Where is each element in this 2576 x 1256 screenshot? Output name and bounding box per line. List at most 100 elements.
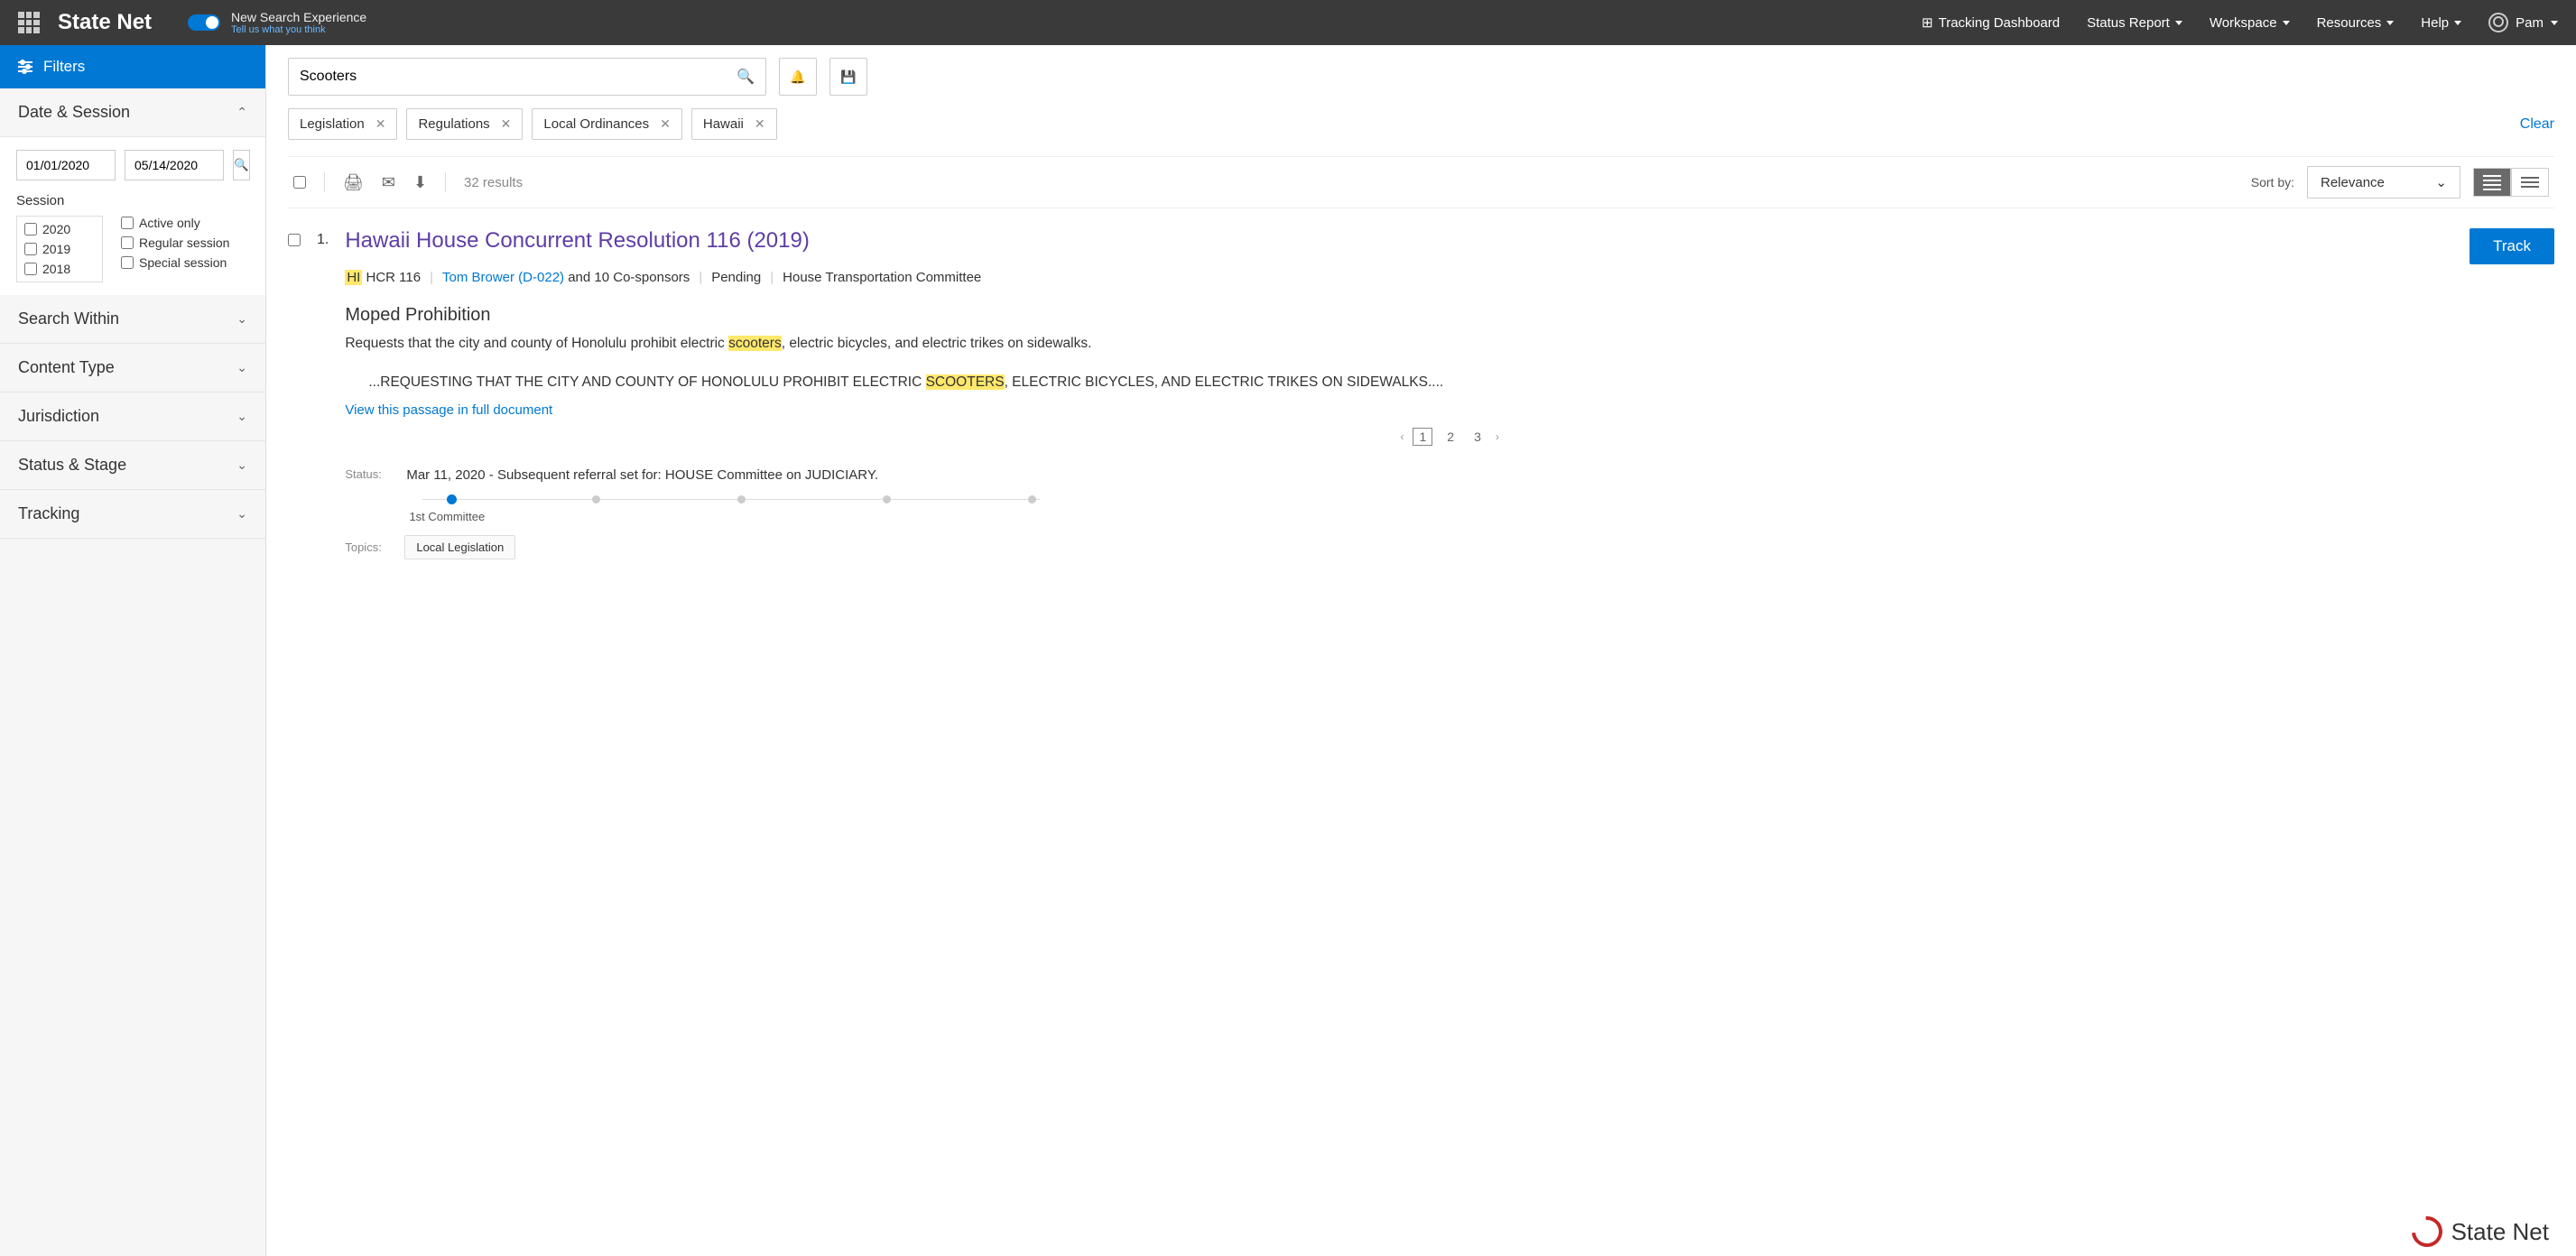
results-count: 32 results xyxy=(464,175,523,190)
nav-status-report[interactable]: Status Report xyxy=(2087,15,2182,31)
print-icon[interactable]: 🖨 xyxy=(343,173,364,192)
session-year-checkbox[interactable]: 2018 xyxy=(24,262,95,276)
filters-sidebar: Filters Date & Session ⌃ 🔍 Session 2020 … xyxy=(0,45,266,1256)
chevron-down-icon xyxy=(2454,21,2461,25)
sort-dropdown[interactable]: Relevance ⌄ xyxy=(2307,166,2460,199)
email-icon[interactable]: ✉ xyxy=(382,173,395,192)
filter-section-status-stage[interactable]: Status & Stage ⌄ xyxy=(0,441,265,490)
nav-tracking-dashboard[interactable]: ⊞ Tracking Dashboard xyxy=(1922,14,2060,31)
search-box[interactable]: 🔍 xyxy=(288,58,766,96)
filter-section-date-session[interactable]: Date & Session ⌃ xyxy=(0,88,265,137)
filter-section-tracking[interactable]: Tracking ⌄ xyxy=(0,490,265,539)
filter-section-jurisdiction[interactable]: Jurisdiction ⌄ xyxy=(0,392,265,441)
list-compact-icon xyxy=(2521,177,2539,188)
chevron-down-icon xyxy=(2386,21,2394,25)
filter-chip: Local Ordinances✕ xyxy=(532,108,681,140)
result-subject: Moped Prohibition xyxy=(345,305,2554,326)
brand-name[interactable]: State Net xyxy=(58,10,152,35)
result-bill-id: HCR 116 xyxy=(362,270,421,285)
filter-chip: Legislation✕ xyxy=(288,108,397,140)
view-passage-link[interactable]: View this passage in full document xyxy=(345,402,552,418)
result-committee: House Transportation Committee xyxy=(783,270,981,285)
result-item: 1. Hawaii House Concurrent Resolution 11… xyxy=(288,228,2554,559)
result-checkbox[interactable] xyxy=(288,234,301,246)
highlight-term: scooters xyxy=(728,336,782,351)
bell-icon: 🔔 xyxy=(790,69,805,85)
date-from-input[interactable] xyxy=(16,150,116,180)
result-excerpt: ...REQUESTING THAT THE CITY AND COUNTY O… xyxy=(368,372,2554,392)
pager-page[interactable]: 2 xyxy=(1441,429,1459,445)
select-all-checkbox[interactable] xyxy=(293,176,306,189)
result-snippet: Requests that the city and county of Hon… xyxy=(345,333,2554,354)
session-type-checkbox[interactable]: Special session xyxy=(121,255,229,270)
status-label: Status: xyxy=(345,467,388,483)
sort-label: Sort by: xyxy=(2251,175,2294,189)
user-menu[interactable]: Pam xyxy=(2488,13,2558,32)
chevron-down-icon xyxy=(2283,21,2290,25)
apps-grid-icon[interactable] xyxy=(18,12,40,33)
view-compact-button[interactable] xyxy=(2511,168,2549,197)
filter-section-search-within[interactable]: Search Within ⌄ xyxy=(0,295,265,344)
session-year-checkbox[interactable]: 2020 xyxy=(24,222,95,236)
pager-prev-icon[interactable]: ‹ xyxy=(1400,430,1404,443)
result-state-badge: HI xyxy=(345,270,362,285)
chip-remove-icon[interactable]: ✕ xyxy=(660,116,671,132)
dashboard-icon: ⊞ xyxy=(1922,14,1933,31)
filter-section-content-type[interactable]: Content Type ⌄ xyxy=(0,344,265,392)
chip-remove-icon[interactable]: ✕ xyxy=(755,116,765,132)
filter-chip: Hawaii✕ xyxy=(691,108,777,140)
pager-next-icon[interactable]: › xyxy=(1496,430,1499,443)
pager-page[interactable]: 1 xyxy=(1413,428,1432,446)
filter-chip: Regulations✕ xyxy=(406,108,523,140)
session-type-checkbox[interactable]: Active only xyxy=(121,216,229,230)
progress-track: 1st Committee xyxy=(415,495,1047,522)
chevron-down-icon: ⌄ xyxy=(236,409,247,424)
excerpt-pager: ‹ 1 2 3 › xyxy=(345,428,2554,446)
result-index: 1. xyxy=(317,232,329,559)
stage-label: 1st Committee xyxy=(409,510,485,523)
filters-header: Filters xyxy=(0,45,265,88)
new-search-toggle[interactable] xyxy=(188,14,220,31)
chevron-down-icon: ⌄ xyxy=(236,457,247,473)
save-search-button[interactable]: 💾 xyxy=(829,58,867,96)
nav-workspace[interactable]: Workspace xyxy=(2210,15,2290,31)
search-icon[interactable]: 🔍 xyxy=(737,68,755,86)
top-header: State Net New Search Experience Tell us … xyxy=(0,0,2576,45)
chevron-down-icon xyxy=(2551,21,2558,25)
pager-page[interactable]: 3 xyxy=(1469,429,1487,445)
view-detailed-button[interactable] xyxy=(2473,168,2511,197)
footer-brand: State Net xyxy=(2412,1216,2549,1247)
topics-label: Topics: xyxy=(345,540,388,554)
brand-swoosh-icon xyxy=(2405,1210,2449,1253)
date-search-button[interactable]: 🔍 xyxy=(233,150,250,180)
list-detailed-icon xyxy=(2483,175,2501,190)
sponsor-link[interactable]: Tom Brower (D-022) xyxy=(442,270,564,285)
sliders-icon xyxy=(18,61,32,72)
download-icon[interactable]: ⬇ xyxy=(413,173,427,192)
search-input[interactable] xyxy=(300,69,737,85)
session-year-checkbox[interactable]: 2019 xyxy=(24,242,95,256)
date-to-input[interactable] xyxy=(125,150,224,180)
chip-remove-icon[interactable]: ✕ xyxy=(501,116,512,132)
chip-remove-icon[interactable]: ✕ xyxy=(375,116,386,132)
feedback-link[interactable]: Tell us what you think xyxy=(231,24,366,35)
save-icon: 💾 xyxy=(840,69,856,85)
status-text: Mar 11, 2020 - Subsequent referral set f… xyxy=(406,467,878,483)
chevron-down-icon: ⌄ xyxy=(2435,174,2447,190)
nav-help[interactable]: Help xyxy=(2421,15,2461,31)
chevron-up-icon: ⌃ xyxy=(236,105,247,120)
nav-resources[interactable]: Resources xyxy=(2317,15,2395,31)
chevron-down-icon: ⌄ xyxy=(236,506,247,522)
toggle-title: New Search Experience xyxy=(231,10,366,24)
alert-button[interactable]: 🔔 xyxy=(779,58,817,96)
clear-filters-link[interactable]: Clear xyxy=(2520,116,2554,133)
track-button[interactable]: Track xyxy=(2469,228,2554,264)
search-icon: 🔍 xyxy=(234,158,249,172)
result-title-link[interactable]: Hawaii House Concurrent Resolution 116 (… xyxy=(345,228,810,254)
user-icon xyxy=(2488,13,2508,32)
topic-chip[interactable]: Local Legislation xyxy=(404,535,515,559)
chevron-down-icon: ⌄ xyxy=(236,311,247,327)
session-label: Session xyxy=(16,193,249,208)
session-type-checkbox[interactable]: Regular session xyxy=(121,236,229,250)
main-content: 🔍 🔔 💾 Legislation✕ Regulations✕ Local Or… xyxy=(266,45,2576,1256)
